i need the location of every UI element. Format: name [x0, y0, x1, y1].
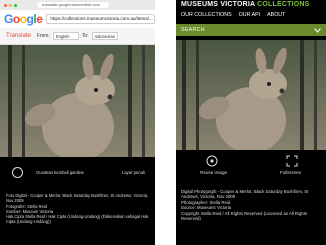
fullscreen-icon[interactable] [286, 155, 298, 167]
to-language-select[interactable]: Indonesian [91, 32, 118, 40]
image-controls: Reuse image Fullscreen [176, 152, 326, 184]
chevron-down-icon [314, 27, 321, 33]
brand-main: MUSEUMS VICTORIA [181, 1, 258, 8]
kangaroo-photo[interactable] [0, 45, 155, 157]
caption-copyright: Hak Cipta Stella Reid / Hak Cipta (Undan… [6, 214, 149, 225]
fullscreen-label[interactable]: Fullscreen [280, 170, 301, 175]
search-label: SEARCH [181, 27, 205, 33]
google-translate-header: Google https://collections.museumvictori… [0, 10, 155, 28]
image-controls: Gunakan kembali gambar Layar penuh [0, 162, 155, 184]
search-toggle[interactable]: SEARCH [176, 24, 326, 36]
kangaroo-photo-graphic [176, 40, 326, 150]
image-caption: Digital Photograph - Cooper & Merlot, Bl… [181, 189, 324, 221]
translate-toolbar: Translate From: English To: Indonesian [0, 28, 155, 45]
main-nav: OUR COLLECTIONS OUR API ABOUT [181, 12, 292, 18]
from-label: From: [36, 33, 50, 39]
nav-about[interactable]: ABOUT [267, 12, 285, 18]
nav-our-api[interactable]: OUR API [239, 12, 261, 18]
to-label: To: [81, 33, 89, 39]
image-caption: Foto Digital - Cooper & Merlot, Black Sa… [6, 193, 154, 225]
minimize-window-icon[interactable] [9, 3, 12, 7]
caption-copyright: Copyright Stella Reid / All Rights Reser… [181, 210, 308, 222]
site-logo[interactable]: MUSEUMS VICTORIA COLLECTIONS [181, 1, 321, 8]
kangaroo-photo[interactable] [176, 40, 326, 150]
reuse-image-label[interactable]: Reuse image [200, 170, 227, 175]
maximize-window-icon[interactable] [14, 3, 17, 7]
brand-accent: COLLECTIONS [257, 1, 310, 8]
nav-our-collections[interactable]: OUR COLLECTIONS [181, 12, 232, 18]
google-translate-view: translate.googleusercontent.com Google h… [0, 0, 155, 245]
from-language-select[interactable]: English [52, 32, 79, 40]
caption-title: Foto Digital - Cooper & Merlot, Black Sa… [6, 193, 149, 204]
google-logo[interactable]: Google [4, 12, 43, 26]
translate-label: Translate [6, 33, 31, 39]
translate-url-field[interactable]: https://collections.museumvictoria.com.a… [46, 14, 155, 24]
reuse-image-icon[interactable] [12, 167, 23, 178]
close-window-icon[interactable] [4, 3, 7, 7]
caption-title: Digital Photograph - Cooper & Merlot, Bl… [181, 189, 309, 200]
reuse-image-icon[interactable] [206, 155, 218, 167]
reuse-image-label[interactable]: Gunakan kembali gambar [36, 170, 84, 175]
browser-address[interactable]: translate.googleusercontent.com [37, 2, 109, 8]
browser-tab-bar: translate.googleusercontent.com [0, 0, 155, 10]
museum-collections-view: MUSEUMS VICTORIA COLLECTIONS OUR COLLECT… [176, 0, 326, 245]
fullscreen-label[interactable]: Layar penuh [122, 170, 145, 175]
kangaroo-photo-graphic [0, 45, 155, 157]
